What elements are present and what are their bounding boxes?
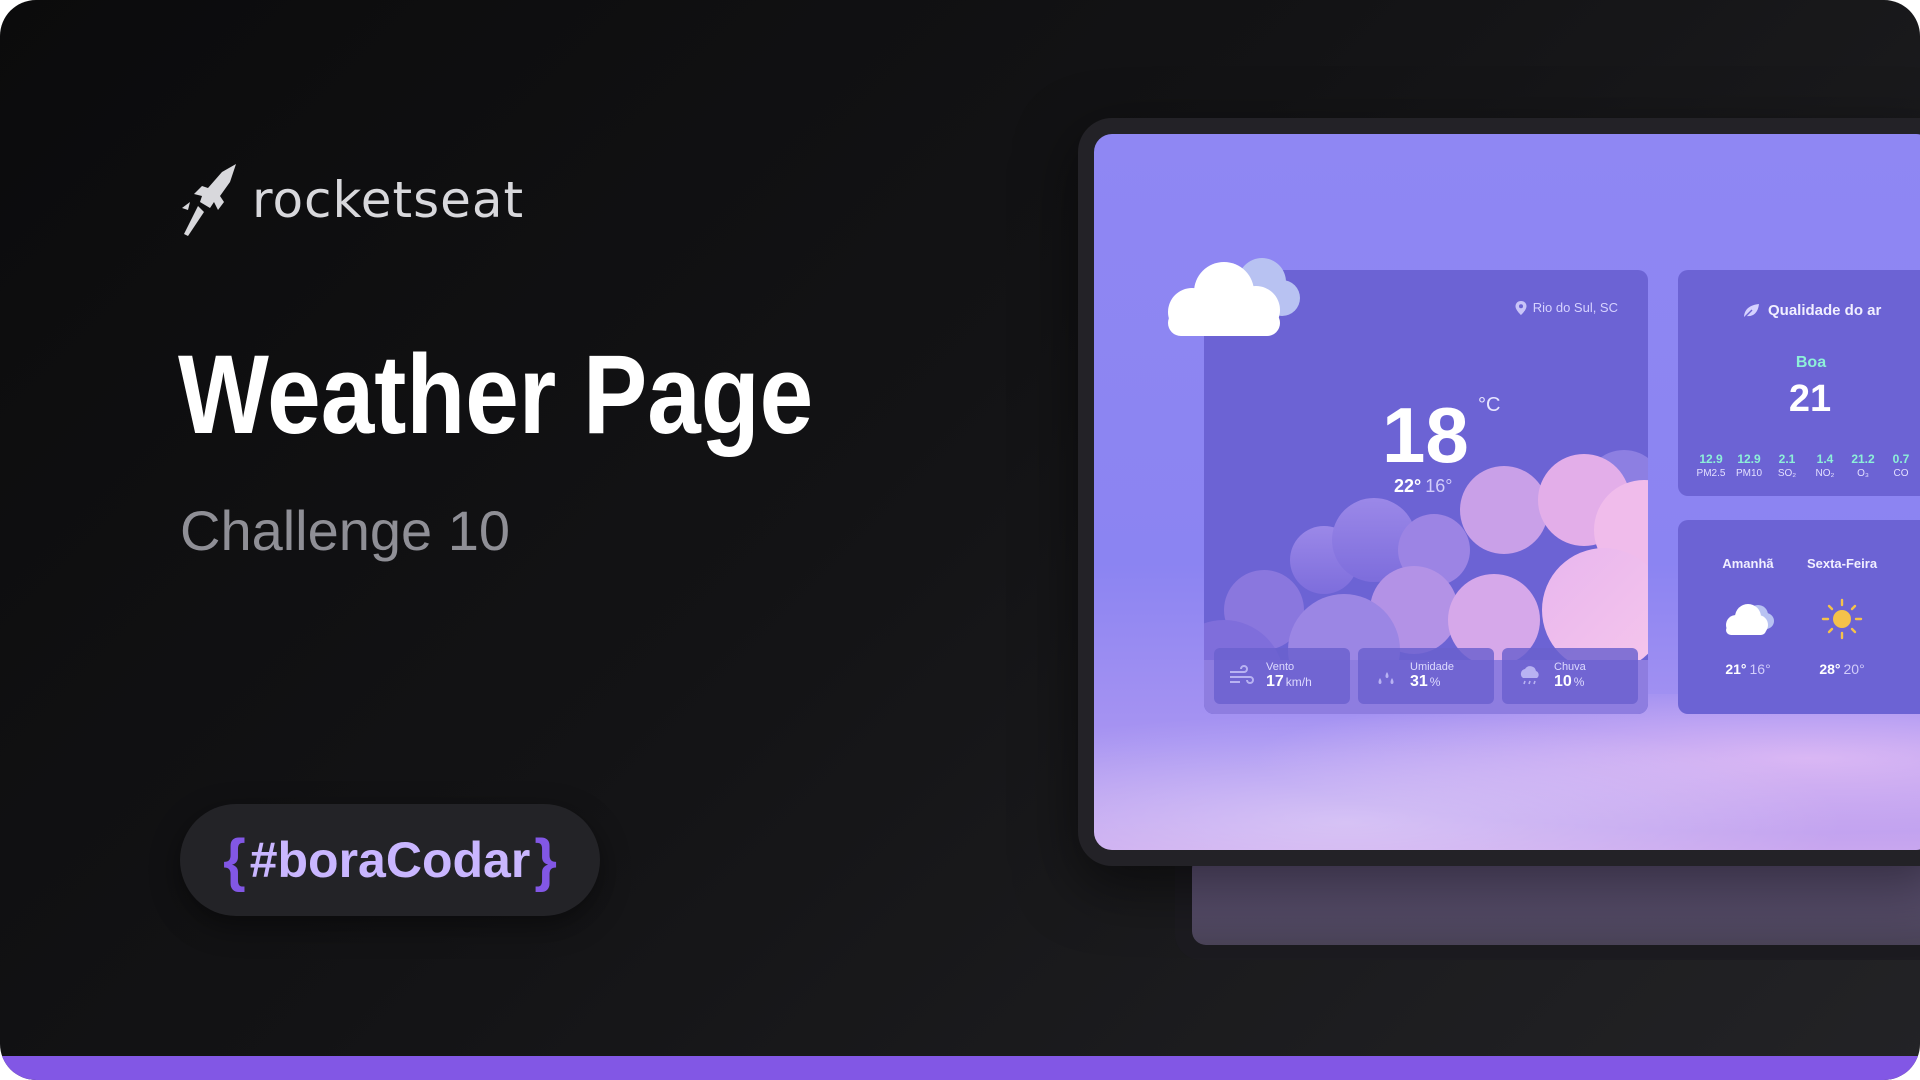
stat-label: Vento <box>1266 661 1295 673</box>
brand-logo: rocketseat <box>178 162 524 238</box>
accent-bar <box>0 1056 1920 1080</box>
map-pin-icon <box>1515 300 1527 315</box>
forecast-max: 28° <box>1819 661 1841 677</box>
temperature-range: 22° 16° <box>1394 476 1452 497</box>
rain-value: 10 <box>1554 673 1572 690</box>
stat-value: 17 km/h <box>1266 673 1312 691</box>
pollutant-value: 2.1 <box>1778 452 1796 466</box>
pollutant-item: 0.7 CO <box>1882 452 1920 479</box>
air-quality-title: Qualidade do ar <box>1768 302 1882 319</box>
humidity-unit: % <box>1429 675 1441 689</box>
forecast-temps: 28° 20° <box>1792 661 1892 677</box>
stat-wind: Vento 17 km/h <box>1214 648 1350 704</box>
stat-value: 10% <box>1554 673 1586 691</box>
current-temperature: 18 <box>1382 391 1469 479</box>
air-quality-header: Qualidade do ar <box>1742 302 1881 319</box>
pollutant-value: 0.7 <box>1892 452 1910 466</box>
air-quality-card: Qualidade do ar Boa 21 12.9 PM2.5 12.9 PM1… <box>1678 270 1920 496</box>
weather-stats: Vento 17 km/h Umidade 31% Chuva 10 % <box>1214 648 1638 704</box>
temperature-unit: °C <box>1478 394 1501 416</box>
pollutant-item: 1.4 NO₂ <box>1806 452 1844 479</box>
close-brace: } <box>534 827 557 893</box>
pollutant-name: PM2.5 <box>1696 468 1726 479</box>
humidity-value: 31 <box>1410 673 1428 690</box>
pollutant-value: 12.9 <box>1699 452 1723 466</box>
wind-unit: km/h <box>1285 675 1312 689</box>
cloud-haze <box>1094 694 1920 850</box>
pollutant-name: NO₂ <box>1815 468 1835 479</box>
forecast-min: 20° <box>1843 661 1865 677</box>
pollutant-value: 1.4 <box>1816 452 1834 466</box>
pollutant-item: 12.9 PM2.5 <box>1692 452 1730 479</box>
hashtag-badge: { #boraCodar } <box>180 804 600 916</box>
pollutant-item: 2.1 SO₂ <box>1768 452 1806 479</box>
location-label: Rio do Sul, SC <box>1515 300 1618 315</box>
forecast-day: Amanhã 21° 16° <box>1698 556 1798 677</box>
drops-icon <box>1378 672 1394 684</box>
wind-icon <box>1230 665 1254 684</box>
stat-label: Chuva <box>1554 661 1586 673</box>
stat-rain: Chuva 10% <box>1502 648 1638 704</box>
cover-frame: rocketseat Weather Page Challenge 10 { #… <box>0 0 1920 1080</box>
sun-icon <box>1821 598 1863 640</box>
wind-value: 17 <box>1266 673 1284 690</box>
hashtag-text: #boraCodar <box>249 832 531 888</box>
pollutant-item: 12.9 PM10 <box>1730 452 1768 479</box>
rocket-icon <box>182 164 236 236</box>
forecast-day: Sexta-Feira 28° 20° <box>1792 556 1892 677</box>
stat-humidity: Umidade 31% <box>1358 648 1494 704</box>
stat-label: Umidade <box>1410 661 1455 673</box>
pollutant-list: 12.9 PM2.5 12.9 PM10 2.1 SO₂ 1.4 NO₂ 21.2 O₃ … <box>1692 452 1920 479</box>
pollutant-name: SO₂ <box>1777 468 1797 479</box>
temperature-max: 22° <box>1394 476 1422 496</box>
forecast-card: Amanhã 21° 16° Sexta-Feira 28° 20° <box>1678 520 1920 714</box>
forecast-temps: 21° 16° <box>1698 661 1798 677</box>
brand-name: rocketseat <box>252 171 525 229</box>
rain-cloud-icon <box>1520 666 1539 685</box>
cloud-icon <box>1168 258 1300 336</box>
pollutant-name: O₃ <box>1857 468 1869 479</box>
temperature-min: 16° <box>1425 476 1453 496</box>
forecast-min: 16° <box>1749 661 1771 677</box>
open-brace: { <box>223 827 246 893</box>
cloud-icon <box>1726 604 1774 635</box>
page-title: Weather Page <box>178 332 814 457</box>
pollutant-name: CO <box>1893 468 1909 479</box>
pollutant-value: 12.9 <box>1737 452 1761 466</box>
stat-value: 31% <box>1410 673 1454 691</box>
mockup-back-screen <box>1192 855 1920 945</box>
pollutant-name: PM10 <box>1735 468 1763 479</box>
forecast-day-name: Sexta-Feira <box>1806 556 1878 571</box>
page-subtitle: Challenge 10 <box>180 499 511 562</box>
air-quality-index: 21 <box>1788 378 1832 420</box>
forecast-day-name: Amanhã <box>1722 556 1774 571</box>
air-quality-rating: Boa <box>1795 354 1827 371</box>
leaf-icon <box>1743 303 1759 318</box>
location-text: Rio do Sul, SC <box>1532 300 1618 315</box>
rain-unit: % <box>1573 675 1585 689</box>
pollutant-value: 21.2 <box>1851 452 1875 466</box>
forecast-max: 21° <box>1725 661 1747 677</box>
pollutant-item: 21.2 O₃ <box>1844 452 1882 479</box>
